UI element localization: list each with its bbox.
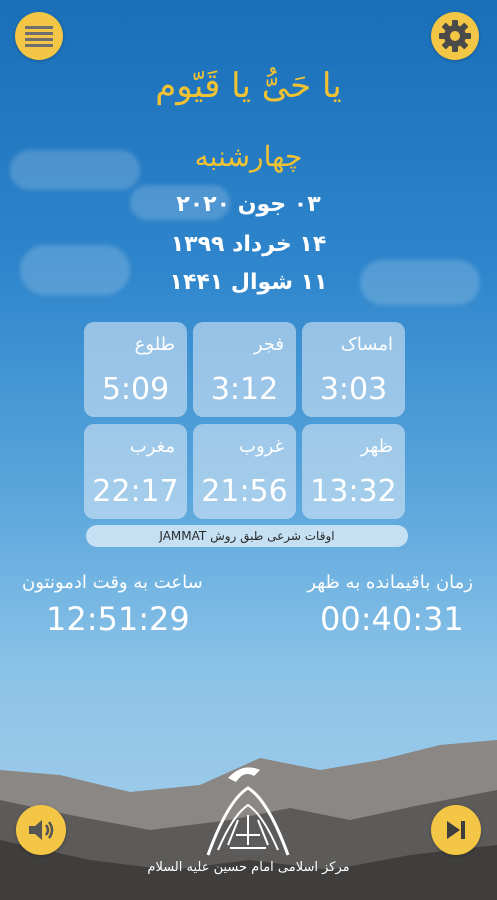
weekday-label: چهارشنبه	[194, 140, 303, 173]
settings-button[interactable]	[431, 12, 479, 60]
remaining-time-value: 00:40:31	[320, 600, 464, 638]
next-button[interactable]	[431, 805, 481, 855]
speaker-icon	[29, 820, 54, 840]
prayer-name: امساک	[340, 334, 393, 355]
local-clock-value: 12:51:29	[46, 600, 190, 638]
prayer-cell-sunset: غروب 21:56	[193, 424, 296, 519]
gregorian-date: ۰۳ جون ۲۰۲۰	[176, 192, 321, 217]
calculation-method-label: اوقات شرعی طبق روش JAMMAT	[86, 525, 408, 547]
sound-button[interactable]	[16, 805, 66, 855]
prayer-time: 3:03	[319, 372, 388, 407]
prayer-name: طلوع	[134, 334, 175, 355]
prayer-cell-fajr: فجر 3:12	[193, 322, 296, 417]
prayer-name: مغرب	[129, 436, 175, 457]
prayer-time: 21:56	[201, 474, 288, 509]
prayer-time: 22:17	[92, 474, 179, 509]
prayer-name: غروب	[239, 436, 284, 457]
prayer-cell-dhuhr: ظهر 13:32	[302, 424, 405, 519]
hamburger-menu-icon	[25, 26, 53, 47]
prayer-cell-sunrise: طلوع 5:09	[84, 322, 187, 417]
prayer-time: 5:09	[101, 372, 170, 407]
solar-date: ۱۴ خرداد ۱۳۹۹	[170, 232, 327, 257]
app-title: یا حَیُّ یا قَیّوم	[155, 66, 342, 106]
menu-button[interactable]	[15, 12, 63, 60]
prayer-name: ظهر	[360, 436, 393, 457]
prayer-name: فجر	[253, 334, 284, 355]
skip-next-icon	[447, 821, 465, 839]
remaining-time-label: زمان باقیمانده به ظهر	[307, 572, 473, 593]
local-clock-label: ساعت به وقت ادمونتون	[22, 572, 203, 593]
lunar-date: ۱۱ شوال ۱۴۴۱	[169, 270, 328, 295]
prayer-cell-emsak: امساک 3:03	[302, 322, 405, 417]
prayer-time: 13:32	[310, 474, 397, 509]
prayer-time: 3:12	[210, 372, 279, 407]
calligraphy-logo	[206, 767, 290, 856]
gear-icon	[439, 20, 471, 52]
organization-name: مرکز اسلامی امام حسین علیه السلام	[147, 860, 350, 875]
prayer-cell-maghrib: مغرب 22:17	[84, 424, 187, 519]
